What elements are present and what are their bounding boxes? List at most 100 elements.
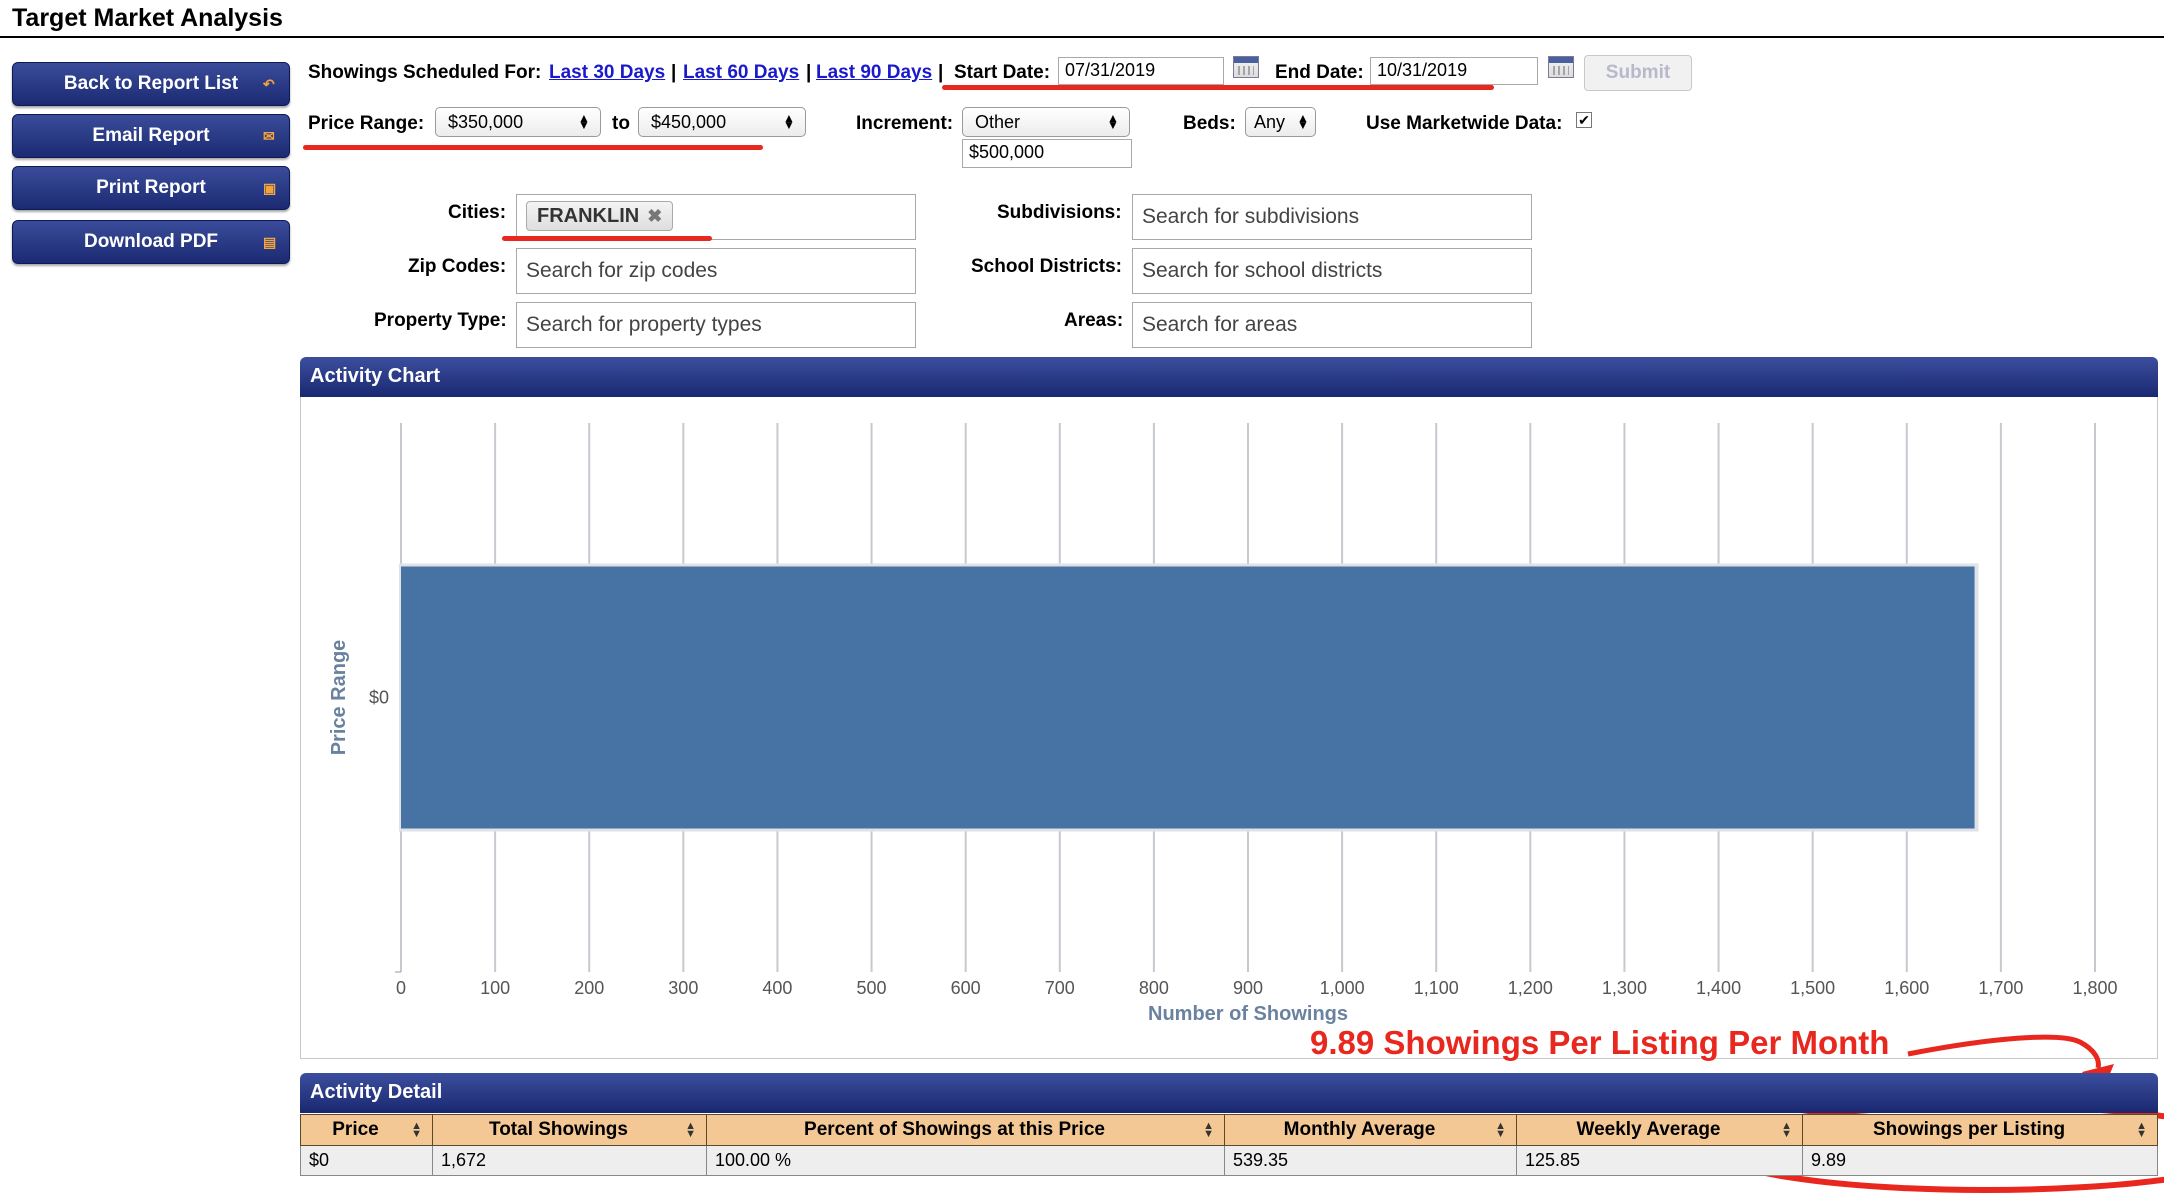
bar — [401, 566, 1975, 829]
sort-icon: ▲ ▼ — [685, 1120, 696, 1140]
column-header-percent-of-showings[interactable]: Percent of Showings at this Price ▲ ▼ — [706, 1114, 1225, 1146]
remove-tag-icon[interactable]: ✖ — [647, 206, 662, 227]
x-tick-label: 800 — [1139, 978, 1169, 998]
separator: | — [938, 62, 944, 83]
submit-button[interactable]: Submit — [1584, 55, 1692, 91]
save-icon: ▤ — [263, 234, 277, 250]
x-tick-label: 500 — [857, 978, 887, 998]
back-to-report-list-button[interactable]: Back to Report List ↶ — [12, 62, 290, 106]
price-from-select[interactable]: $350,000 ▲ ▼ — [435, 107, 601, 137]
x-tick-label: 200 — [574, 978, 604, 998]
x-tick-label: 400 — [762, 978, 792, 998]
property-type-label: Property Type: — [374, 310, 507, 331]
sort-icon: ▲ ▼ — [2136, 1120, 2147, 1140]
back-arrow-icon: ↶ — [263, 76, 275, 92]
page-title: Target Market Analysis — [12, 4, 283, 32]
cell-weekly-average: 125.85 — [1516, 1145, 1803, 1176]
print-report-button[interactable]: Print Report ▣ — [12, 166, 290, 210]
activity-detail-header: Activity Detail — [300, 1073, 2158, 1113]
cell-percent-of-showings: 100.00 % — [706, 1145, 1225, 1176]
annotation-underline — [303, 145, 763, 150]
y-category-label: $0 — [369, 688, 389, 708]
increment-value: Other — [975, 111, 1021, 132]
column-header-total-showings[interactable]: Total Showings ▲ ▼ — [432, 1114, 707, 1146]
x-tick-label: 1,800 — [2072, 978, 2117, 998]
areas-label: Areas: — [1064, 310, 1124, 331]
zip-codes-input[interactable]: Search for zip codes — [516, 248, 916, 294]
cell-price: $0 — [300, 1145, 433, 1176]
download-pdf-label: Download PDF — [83, 231, 219, 252]
column-header-monthly-average[interactable]: Monthly Average ▲ ▼ — [1224, 1114, 1517, 1146]
cell-showings-per-listing: 9.89 — [1802, 1145, 2158, 1176]
end-date-calendar-icon[interactable] — [1548, 56, 1574, 78]
x-tick-label: 1,200 — [1508, 978, 1553, 998]
activity-chart-header: Activity Chart — [300, 357, 2158, 397]
price-to-select[interactable]: $450,000 ▲ ▼ — [638, 107, 806, 137]
increment-label: Increment: — [856, 113, 954, 134]
increment-amount-input[interactable]: $500,000 — [962, 139, 1132, 168]
beds-value: Any — [1254, 111, 1286, 132]
start-date-input[interactable]: 07/31/2019 — [1058, 57, 1224, 85]
x-tick-label: 1,700 — [1978, 978, 2023, 998]
column-header-weekly-average[interactable]: Weekly Average ▲ ▼ — [1516, 1114, 1803, 1146]
cell-total-showings: 1,672 — [432, 1145, 707, 1176]
x-tick-label: 1,400 — [1696, 978, 1741, 998]
school-districts-input[interactable]: Search for school districts — [1132, 248, 1532, 294]
last-30-days-link[interactable]: Last 30 Days — [549, 62, 665, 84]
use-marketwide-data-checkbox[interactable]: ✔ — [1576, 112, 1592, 128]
beds-label: Beds: — [1183, 113, 1236, 134]
last-90-days-link[interactable]: Last 90 Days — [816, 62, 932, 84]
x-tick-label: 1,300 — [1602, 978, 1647, 998]
back-to-report-list-label: Back to Report List — [63, 73, 239, 94]
sort-icon: ▲ ▼ — [1203, 1120, 1214, 1140]
city-tag-franklin[interactable]: FRANKLIN ✖ — [526, 201, 674, 231]
zip-codes-label: Zip Codes: — [408, 256, 507, 277]
x-tick-label: 1,000 — [1320, 978, 1365, 998]
download-pdf-button[interactable]: Download PDF ▤ — [12, 220, 290, 264]
increment-select[interactable]: Other ▲ ▼ — [962, 107, 1130, 137]
select-arrows-icon: ▲ ▼ — [783, 111, 795, 132]
email-icon: ✉ — [263, 128, 275, 144]
sort-icon: ▲ ▼ — [411, 1120, 422, 1140]
table-header-row: Price ▲ ▼ Total Showings ▲ ▼ Percent of Show… — [300, 1114, 2158, 1146]
activity-chart-panel: 0 100 200 300 400 500 600 700 800 900 1,000 1,100 1,… — [300, 397, 2158, 1059]
email-report-label: Email Report — [92, 125, 210, 146]
sort-icon: ▲ ▼ — [1781, 1120, 1792, 1140]
x-tick-label: 600 — [951, 978, 981, 998]
use-marketwide-data-label: Use Marketwide Data: — [1366, 113, 1563, 134]
price-range-label: Price Range: — [308, 113, 425, 134]
column-header-price[interactable]: Price ▲ ▼ — [300, 1114, 433, 1146]
x-tick-label: 300 — [668, 978, 698, 998]
table-row: $0 1,672 100.00 % 539.35 125.85 9.89 — [300, 1145, 2158, 1176]
column-header-showings-per-listing[interactable]: Showings per Listing ▲ ▼ — [1802, 1114, 2158, 1146]
property-type-input[interactable]: Search for property types — [516, 302, 916, 348]
sort-icon: ▲ ▼ — [1495, 1120, 1506, 1140]
x-tick-label: 900 — [1233, 978, 1263, 998]
print-icon: ▣ — [263, 180, 277, 196]
select-arrows-icon: ▲ ▼ — [1107, 111, 1119, 132]
to-label: to — [612, 113, 630, 134]
subdivisions-label: Subdivisions: — [997, 202, 1122, 223]
x-tick-label: 700 — [1045, 978, 1075, 998]
end-date-label: End Date: — [1275, 62, 1364, 83]
last-60-days-link[interactable]: Last 60 Days — [683, 62, 799, 84]
showings-scheduled-label: Showings Scheduled For: — [308, 62, 542, 83]
start-date-calendar-icon[interactable] — [1233, 56, 1259, 78]
x-axis-label: Number of Showings — [1148, 1003, 1348, 1025]
annotation-underline — [502, 236, 712, 241]
school-districts-label: School Districts: — [971, 256, 1122, 277]
x-tick-label: 1,600 — [1884, 978, 1929, 998]
separator: | — [806, 62, 812, 83]
city-tag-label: FRANKLIN — [537, 204, 640, 227]
email-report-button[interactable]: Email Report ✉ — [12, 114, 290, 158]
cities-label: Cities: — [448, 202, 507, 223]
x-tick-label: 0 — [396, 978, 406, 998]
activity-detail-table: Price ▲ ▼ Total Showings ▲ ▼ Percent of Show… — [300, 1114, 2158, 1176]
end-date-input[interactable]: 10/31/2019 — [1370, 57, 1538, 85]
print-report-label: Print Report — [96, 177, 206, 198]
x-tick-label: 1,100 — [1414, 978, 1459, 998]
areas-input[interactable]: Search for areas — [1132, 302, 1532, 348]
subdivisions-input[interactable]: Search for subdivisions — [1132, 194, 1532, 240]
beds-select[interactable]: Any ▲ ▼ — [1245, 107, 1316, 137]
select-arrows-icon: ▲ ▼ — [578, 111, 590, 132]
